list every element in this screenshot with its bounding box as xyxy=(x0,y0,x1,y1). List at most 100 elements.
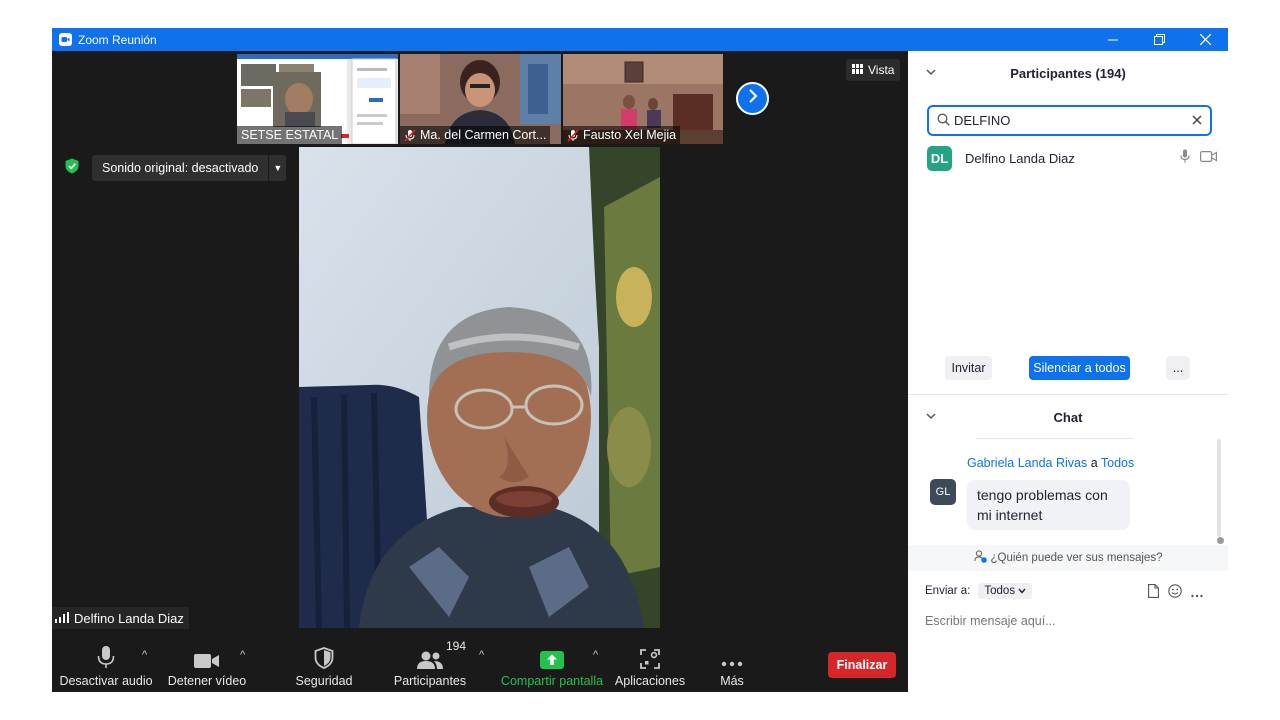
mute-all-button[interactable]: Silenciar a todos xyxy=(1029,356,1130,380)
thumbnail-label: SETSE ESTATAL xyxy=(237,126,343,144)
window-title: Zoom Reunión xyxy=(78,32,157,47)
close-button[interactable] xyxy=(1182,28,1228,51)
restore-button[interactable] xyxy=(1136,28,1182,51)
file-icon[interactable] xyxy=(1148,584,1159,603)
view-button[interactable]: Vista xyxy=(846,59,901,81)
participant-name: Fausto Xel Mejia xyxy=(583,128,677,142)
chat-message-header: Gabriela Landa Rivas a Todos xyxy=(967,456,1134,470)
caret-down-icon: ▼ xyxy=(273,163,283,173)
send-to-value: Todos xyxy=(984,585,1016,597)
side-panel: Participantes (194) DELFINO DL Delfino L… xyxy=(908,51,1228,692)
share-screen-label: Compartir pantalla xyxy=(500,674,604,688)
participants-panel-title: Participantes (194) xyxy=(1010,65,1126,81)
thumbnail-setse-estatal[interactable]: SETSE ESTATAL xyxy=(237,54,398,144)
shield-icon xyxy=(314,643,334,669)
emoji-icon[interactable] xyxy=(1168,584,1182,603)
participants-options-caret[interactable]: ^ xyxy=(479,649,484,661)
original-sound-dropdown[interactable]: ▼ xyxy=(268,155,286,181)
chat-panel-title: Chat xyxy=(1053,409,1083,425)
original-sound-button[interactable]: Sonido original: desactivado xyxy=(92,155,268,181)
message-sender[interactable]: Gabriela Landa Rivas xyxy=(967,456,1087,470)
zoom-app-icon xyxy=(58,33,72,47)
thumbnail-label: Fausto Xel Mejia xyxy=(563,126,681,144)
apps-icon xyxy=(640,643,660,669)
minimize-button[interactable] xyxy=(1090,28,1136,51)
send-to-label: Enviar a: xyxy=(925,585,971,597)
thumbnail-ma-del-carmen[interactable]: Ma. del Carmen Cort... xyxy=(400,54,561,144)
title-bar: Zoom Reunión xyxy=(52,28,1228,51)
participant-name: Delfino Landa Diaz xyxy=(965,150,1075,166)
invite-button[interactable]: Invitar xyxy=(945,356,992,380)
collapse-chat-chevron-icon[interactable] xyxy=(926,411,936,423)
participant-row[interactable]: DL Delfino Landa Diaz xyxy=(927,145,1217,171)
more-dots-icon[interactable] xyxy=(1191,585,1203,603)
mute-audio-label: Desactivar audio xyxy=(59,674,153,688)
participants-icon xyxy=(417,643,443,669)
security-button[interactable]: Seguridad xyxy=(288,639,360,692)
audio-options-caret[interactable]: ^ xyxy=(142,649,147,661)
speaker-video-feed xyxy=(299,147,660,628)
chat-message-input[interactable]: Escribir mensaje aquí... xyxy=(925,614,1056,628)
view-button-label: Vista xyxy=(868,63,895,77)
share-options-caret[interactable]: ^ xyxy=(593,649,598,661)
chat-separator xyxy=(976,438,1134,439)
meeting-toolbar: Desactivar audio ^ Detener vídeo ^ Segur… xyxy=(52,639,908,692)
participant-actions: Invitar Silenciar a todos ... xyxy=(908,356,1228,380)
next-page-button[interactable] xyxy=(736,82,769,115)
participants-panel-header: Participantes (194) xyxy=(908,51,1228,95)
stop-video-label: Detener vídeo xyxy=(167,674,247,688)
message-to-word: a xyxy=(1090,456,1098,470)
participant-name: Ma. del Carmen Cort... xyxy=(420,128,547,142)
apps-label: Aplicaciones xyxy=(614,674,686,688)
video-camera-icon xyxy=(194,643,220,669)
panel-divider xyxy=(908,394,1228,395)
signal-bars-icon xyxy=(55,611,69,626)
more-label: Más xyxy=(720,674,744,688)
more-button[interactable]: Más xyxy=(704,639,760,692)
avatar: GL xyxy=(930,479,956,505)
collapse-participants-chevron-icon[interactable] xyxy=(926,67,936,79)
original-sound-control: Sonido original: desactivado ▼ xyxy=(92,155,287,181)
clear-search-icon[interactable] xyxy=(1192,113,1202,128)
active-speaker-video[interactable] xyxy=(299,147,660,628)
video-camera-icon xyxy=(1200,149,1217,167)
microphone-muted-icon xyxy=(404,128,416,142)
chat-panel-header: Chat xyxy=(908,399,1228,435)
end-meeting-button[interactable]: Finalizar xyxy=(828,652,896,678)
message-recipient: Todos xyxy=(1100,456,1135,470)
mute-audio-button[interactable]: Desactivar audio xyxy=(59,639,153,692)
apps-button[interactable]: Aplicaciones xyxy=(614,639,686,692)
chat-scrollbar[interactable] xyxy=(1217,439,1221,537)
share-screen-button[interactable]: Compartir pantalla xyxy=(500,639,604,692)
search-query: DELFINO xyxy=(954,113,1011,128)
participants-count: 194 xyxy=(446,639,467,653)
search-icon xyxy=(937,113,950,129)
avatar: DL xyxy=(927,145,952,171)
chat-input-tools xyxy=(1148,584,1203,603)
more-dots-icon xyxy=(721,643,743,669)
active-speaker-name: Delfino Landa Diaz xyxy=(74,610,184,626)
grid-view-icon xyxy=(852,63,863,77)
chat-message-bubble: tengo problemas con mi internet xyxy=(967,480,1130,530)
thumbnail-label: Ma. del Carmen Cort... xyxy=(400,126,551,144)
active-speaker-name-tag: Delfino Landa Diaz xyxy=(52,607,189,629)
video-options-caret[interactable]: ^ xyxy=(240,649,245,661)
more-options-button[interactable]: ... xyxy=(1166,356,1190,380)
security-label: Seguridad xyxy=(295,674,353,688)
who-can-see-messages[interactable]: ¿Quién puede ver sus mensajes? xyxy=(908,545,1228,571)
share-screen-icon xyxy=(540,643,564,669)
participant-search-input[interactable]: DELFINO xyxy=(927,105,1212,136)
send-to-dropdown[interactable]: Todos xyxy=(978,583,1033,599)
who-can-see-label: ¿Quién puede ver sus mensajes? xyxy=(990,552,1163,564)
stop-video-button[interactable]: Detener vídeo xyxy=(166,639,248,692)
send-to-row: Enviar a: Todos xyxy=(925,583,1033,599)
microphone-icon xyxy=(1180,149,1190,168)
scroll-indicator xyxy=(1217,537,1224,544)
chevron-right-icon xyxy=(747,89,759,108)
participant-name: SETSE ESTATAL xyxy=(241,128,339,142)
encryption-shield-icon[interactable] xyxy=(64,158,80,174)
thumbnail-fausto-xel-mejia[interactable]: Fausto Xel Mejia xyxy=(563,54,723,144)
chevron-down-icon xyxy=(1018,585,1026,597)
people-lock-icon xyxy=(973,550,987,566)
meeting-area: SETSE ESTATAL Ma. del Carmen Cort... Fau… xyxy=(52,51,908,692)
